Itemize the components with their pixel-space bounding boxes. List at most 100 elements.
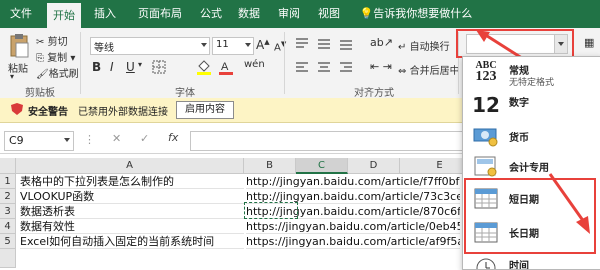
tab-file[interactable]: 文件 [6, 0, 36, 28]
column-header[interactable]: D [348, 158, 400, 174]
row-header[interactable]: 3 [0, 204, 16, 219]
clock-icon [475, 257, 497, 269]
italic-button[interactable]: I [110, 60, 114, 74]
brush-icon: 🖌 [36, 69, 49, 80]
lightbulb-icon: 💡 [359, 7, 374, 20]
cell-a[interactable]: 数据有效性 [20, 219, 244, 234]
more-options-icon: ⋮ [84, 133, 95, 146]
cut-button[interactable]: ✂ 剪切 [36, 33, 68, 48]
number-format-icon: 12 [472, 93, 500, 117]
format-label: 时间 [509, 261, 529, 269]
cell-a[interactable]: Excel如何自动插入固定的当前系统时间 [20, 234, 244, 249]
security-warning-title: 安全警告 [28, 107, 68, 118]
font-size-value: 11 [216, 39, 229, 50]
row-header[interactable]: 4 [0, 219, 16, 234]
chevron-down-icon [201, 43, 207, 47]
chevron-down-icon [245, 43, 251, 47]
row-header[interactable]: 5 [0, 234, 16, 249]
increase-font-size-icon[interactable]: A▲ [256, 38, 270, 52]
font-name-value: 等线 [94, 43, 114, 54]
tab-data[interactable]: 数据 [232, 0, 266, 28]
ribbon-tab-bar: 文件 开始 插入 页面布局 公式 数据 审阅 视图 💡 告诉我你想要做什么 [0, 0, 600, 28]
font-color-icon[interactable]: A [218, 58, 234, 76]
tell-me-box[interactable]: 💡 告诉我你想要做什么 [356, 0, 476, 28]
tab-formulas[interactable]: 公式 [194, 0, 228, 28]
format-general-item[interactable]: ABC 123 常规 无特定格式 [463, 59, 600, 89]
row-header[interactable] [0, 249, 16, 268]
tab-insert[interactable]: 插入 [88, 0, 122, 28]
format-number-item[interactable]: 12 数字 [463, 91, 600, 121]
fill-color-icon[interactable] [196, 58, 212, 76]
security-warning-message: 已禁用外部数据连接 [78, 107, 168, 118]
format-time-item[interactable]: 时间 [463, 253, 600, 269]
merge-icon: ⇔ [398, 66, 407, 77]
general-format-icon: ABC 123 [475, 60, 497, 84]
orientation-icon[interactable]: ab↗ [370, 36, 393, 49]
accounting-icon [473, 155, 499, 180]
cell-b[interactable]: http://jingyan.baidu.com/article/f7ff0bf… [246, 174, 460, 189]
select-all-corner[interactable] [0, 158, 16, 174]
bold-button[interactable]: B [92, 60, 101, 74]
copy-marquee [244, 202, 298, 219]
conditional-format-icon[interactable]: ▦ [584, 36, 594, 49]
tab-home[interactable]: 开始 [47, 3, 81, 28]
font-group-label: 字体 [175, 88, 195, 99]
tell-me-text: 告诉我你想要做什么 [373, 7, 473, 20]
copy-label: 复制 [47, 53, 68, 64]
merge-center-label: 合并后居中 [409, 66, 460, 77]
indent-icons[interactable]: ⇤ ⇥ [370, 60, 392, 73]
column-header[interactable]: B [244, 158, 296, 174]
format-sublabel: 无特定格式 [509, 78, 555, 88]
horizontal-align-icons[interactable] [294, 60, 366, 76]
group-separator [80, 32, 81, 94]
cancel-icon[interactable]: ✕ [112, 132, 121, 145]
font-name-combo[interactable]: 等线 [90, 37, 210, 55]
chevron-down-icon [64, 138, 70, 142]
vertical-align-icons[interactable] [294, 36, 366, 52]
borders-icon[interactable] [152, 60, 168, 74]
wrap-text-label: 自动换行 [409, 42, 450, 53]
enable-content-button[interactable]: 启用内容 [176, 101, 234, 119]
column-header[interactable]: A [16, 158, 244, 174]
paste-icon[interactable] [8, 34, 30, 60]
format-label: 数字 [509, 98, 529, 109]
underline-button[interactable]: U [126, 60, 135, 74]
alignment-group-label: 对齐方式 [354, 88, 394, 99]
cell-a[interactable]: 表格中的下拉列表是怎么制作的 [20, 174, 244, 189]
cut-label: 剪切 [47, 37, 68, 48]
row-header[interactable]: 1 [0, 174, 16, 189]
row-header[interactable]: 2 [0, 189, 16, 204]
name-box[interactable]: C9 [4, 131, 74, 151]
tab-review[interactable]: 审阅 [272, 0, 306, 28]
cell-b[interactable]: https://jingyan.baidu.com/article/0eb457… [246, 219, 460, 234]
tab-page-layout[interactable]: 页面布局 [130, 0, 190, 28]
enter-icon[interactable]: ✓ [140, 132, 149, 145]
tab-view[interactable]: 视图 [312, 0, 346, 28]
column-header-selected[interactable]: C [296, 158, 348, 174]
format-painter-label: 格式刷 [48, 69, 79, 80]
format-label: 货币 [509, 133, 529, 144]
group-separator [284, 32, 285, 94]
copy-dropdown-icon: ▾ [70, 53, 76, 64]
wrap-text-button[interactable]: ↵ 自动换行 [398, 38, 450, 53]
format-currency-item[interactable]: 货币 [463, 121, 600, 151]
copy-icon: ⎘ [36, 53, 44, 64]
cell-a[interactable]: VLOOKUP函数 [20, 189, 244, 204]
shield-icon [10, 102, 24, 116]
phonetic-guide-button[interactable]: wén [244, 59, 265, 70]
formula-input[interactable] [190, 131, 468, 151]
font-size-combo[interactable]: 11 [212, 37, 254, 55]
insert-function-icon[interactable]: fx [168, 131, 178, 144]
wrap-text-icon: ↵ [398, 42, 407, 53]
currency-icon [473, 125, 499, 150]
clipboard-group-label: 剪贴板 [25, 88, 55, 99]
underline-dropdown-icon[interactable]: ▾ [138, 60, 142, 69]
paste-dropdown-icon[interactable]: ▾ [10, 72, 14, 81]
cell-a[interactable]: 数据透析表 [20, 204, 244, 219]
scissors-icon: ✂ [36, 37, 45, 48]
copy-button[interactable]: ⎘ 复制 ▾ [36, 49, 75, 64]
cell-b[interactable]: https://jingyan.baidu.com/article/af9f5a… [246, 234, 460, 249]
annotation-arrow-icon [548, 173, 590, 234]
svg-text:A: A [221, 61, 229, 73]
format-painter-button[interactable]: 🖌格式刷 [36, 65, 79, 80]
